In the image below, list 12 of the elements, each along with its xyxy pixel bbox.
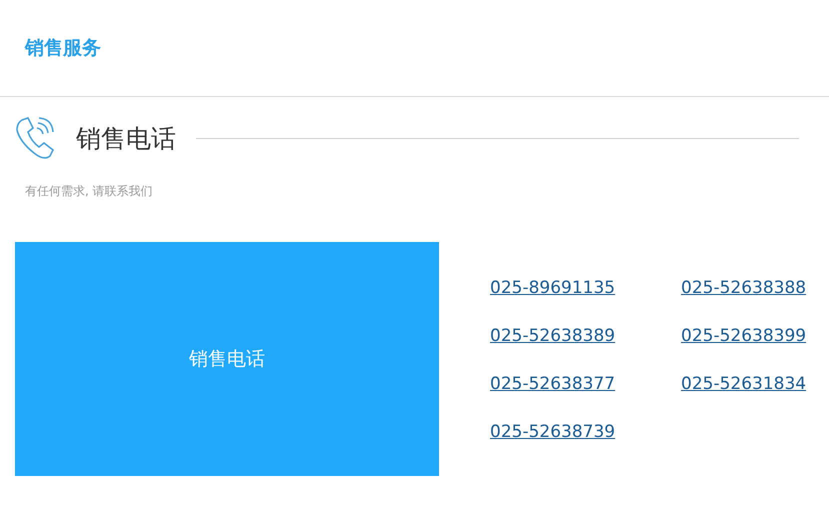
page-title: 销售服务: [25, 36, 101, 61]
phone-link[interactable]: 025-52638389: [490, 325, 616, 347]
phone-link[interactable]: 025-89691135: [490, 277, 616, 299]
phone-link[interactable]: 025-52638399: [681, 325, 806, 347]
section-title: 销售电话: [76, 122, 176, 154]
phone-icon: [14, 116, 56, 160]
phone-link[interactable]: 025-52638377: [490, 373, 616, 395]
phone-link[interactable]: 025-52638388: [681, 277, 806, 299]
banner-label: 销售电话: [189, 347, 265, 372]
section-subtitle: 有任何需求, 请联系我们: [25, 183, 154, 200]
phone-link[interactable]: 025-52631834: [681, 373, 806, 395]
phone-link[interactable]: 025-52638739: [490, 421, 616, 443]
